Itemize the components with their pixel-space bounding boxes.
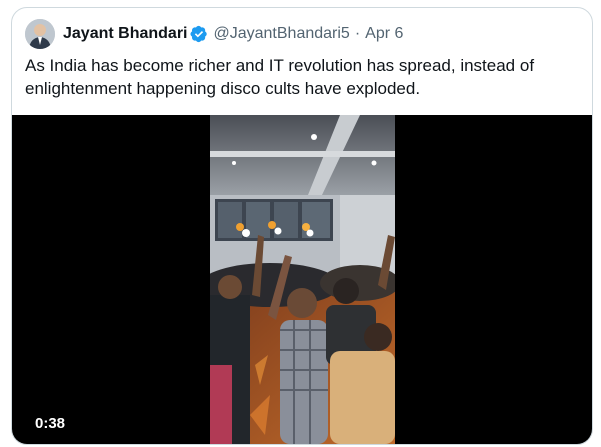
video-thumbnail xyxy=(210,115,395,444)
separator-dot: · xyxy=(354,25,361,42)
video-player[interactable]: 0:38 xyxy=(12,115,592,444)
tweet-header: Jayant Bhandari @JayantBhandari5 · Apr 6 xyxy=(25,19,403,49)
author-avatar[interactable] xyxy=(25,19,55,49)
tweet-card[interactable]: Jayant Bhandari @JayantBhandari5 · Apr 6… xyxy=(11,7,593,445)
verified-badge-icon xyxy=(190,25,208,43)
video-duration: 0:38 xyxy=(35,415,66,432)
tweet-text-line-1: As India has become richer and IT revolu… xyxy=(25,56,535,75)
tweet-text-line-2: enlightenment happening disco cults have… xyxy=(25,79,421,98)
author-handle[interactable]: @JayantBhandari5 xyxy=(213,25,349,43)
tweet-date[interactable]: Apr 6 xyxy=(365,25,403,43)
author-name[interactable]: Jayant Bhandari xyxy=(63,25,187,43)
tweet-text: As India has become richer and IT revolu… xyxy=(25,54,581,100)
